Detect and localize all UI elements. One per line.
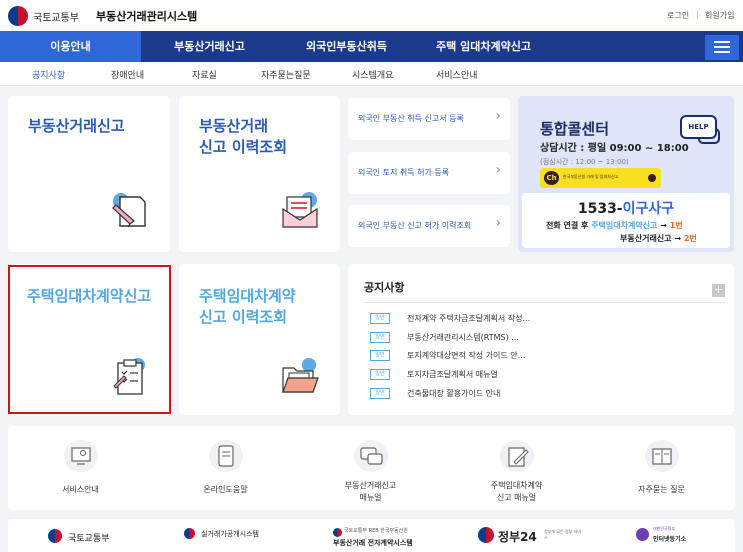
subnav-outage[interactable]: 장애안내	[111, 68, 144, 81]
gov-emblem-icon	[333, 528, 342, 537]
arrow-dot-icon	[648, 174, 656, 182]
chevron-right-icon: ›	[495, 108, 501, 124]
nav-real-estate-report[interactable]: 부동산거래신고	[141, 31, 278, 62]
category-badge: 일반	[370, 332, 390, 343]
notice-title: 공지사항	[364, 281, 405, 294]
gov-name: 국토교통부	[33, 13, 79, 24]
category-badge: 일반	[370, 388, 390, 399]
gov-emblem-icon	[8, 6, 28, 26]
card-title: 주택임대차계약 신고 이력조회	[199, 287, 296, 326]
subnav-faq[interactable]: 자주묻는질문	[261, 68, 311, 81]
footer-logo-price[interactable]: 실거래가공개시스템	[184, 519, 294, 552]
top-bar: 국토교통부 부동산거래관리시스템 로그인 회원가입	[0, 0, 743, 31]
call-center-title: 통합콜센터	[540, 120, 610, 138]
pen-document-icon	[112, 193, 146, 228]
notice-item-title[interactable]: 전자계약 주택자금조달계획서 작성...	[407, 313, 530, 324]
subnav-system-overview[interactable]: 시스템개요	[352, 68, 393, 81]
main-nav: 이용안내 부동산거래신고 외국인부동산취득 주택 임대차계약신고	[0, 31, 743, 62]
quick-lease-manual[interactable]: 주택임대차계약 신고 매뉴얼	[444, 426, 589, 510]
nav-foreign-acquisition[interactable]: 외국인부동산취득	[278, 31, 415, 62]
foreign-link-register[interactable]: 외국인 부동산 취득 신고서 등록 ›	[348, 98, 510, 140]
notice-item-title[interactable]: 토지계약대상면적 작성 가이드 안...	[407, 350, 525, 361]
clipboard-icon	[113, 358, 145, 395]
footer-logo-molit[interactable]: 국토교통부	[48, 519, 148, 552]
nav-usage-guide[interactable]: 이용안내	[0, 31, 141, 62]
quick-label: 온라인도움말	[203, 485, 248, 494]
call-center-hours: 상담시간 : 평일 09:00 ~ 18:00	[540, 143, 689, 154]
login-link[interactable]: 로그인	[667, 10, 689, 21]
gov24-emblem-icon	[478, 527, 494, 543]
link-label: 외국인 부동산 취득 신고서 등록	[358, 114, 464, 123]
kakao-channel-label: 한국부동산원 거래 및 임대차신고	[563, 174, 619, 179]
gov-emblem-icon	[48, 529, 62, 543]
card-title: 부동산거래 신고 이력조회	[199, 117, 288, 156]
real-estate-history-card[interactable]: 부동산거래 신고 이력조회	[179, 96, 340, 252]
pen-note-icon	[500, 440, 534, 472]
card-title: 부동산거래신고	[28, 117, 125, 135]
monitor-icon	[64, 440, 98, 472]
help-bubble-icon: HELP	[680, 115, 717, 139]
phone-number: 1533-이구사구	[577, 201, 675, 217]
quick-label: 서비스안내	[62, 485, 99, 494]
category-badge: 일반	[370, 350, 390, 361]
real-estate-report-card[interactable]: 부동산거래신고	[8, 96, 170, 252]
hamburger-icon[interactable]	[705, 35, 739, 60]
notice-item-title[interactable]: 토지자금조달계획서 매뉴얼	[407, 369, 498, 380]
site-title[interactable]: 부동산거래관리시스템	[96, 8, 197, 24]
quick-links: 서비스안내 온라인도움말 부동산거래신고 매뉴얼 주택임대차계약 신고 매뉴얼	[8, 426, 735, 510]
footer-logo-econtract[interactable]: 국토교통부 REB 한국부동산원 부동산거래 전자계약시스템	[333, 519, 448, 552]
nav-lease-report[interactable]: 주택 임대차계약신고	[415, 31, 552, 62]
link-label: 외국인 부동산 신고 허가 이력조회	[358, 221, 472, 230]
subnav-service-guide[interactable]: 서비스안내	[436, 68, 477, 81]
quick-service-guide[interactable]: 서비스안내	[8, 426, 153, 510]
footer-logos: 국토교통부 실거래가공개시스템 국토교통부 REB 한국부동산원 부동산거래 전…	[8, 519, 735, 552]
link-label: 외국인 토지 취득 허가 등록	[358, 168, 450, 177]
subnav-notice[interactable]: 공지사항	[32, 68, 65, 81]
book-icon	[645, 440, 679, 472]
folder-icon	[282, 358, 319, 393]
envelope-icon	[282, 192, 318, 228]
plus-icon[interactable]: +	[712, 284, 725, 297]
kakao-channel-icon: Ch	[544, 171, 559, 185]
call-center-lunch: (점심시간 : 12:00 ~ 13:00)	[540, 158, 629, 166]
iros-emblem-icon	[636, 528, 649, 541]
call-center-panel: 통합콜센터 상담시간 : 평일 09:00 ~ 18:00 (점심시간 : 12…	[518, 96, 734, 252]
foreign-link-history[interactable]: 외국인 부동산 신고 허가 이력조회 ›	[348, 205, 510, 247]
notice-panel: 공지사항 + 일반 전자계약 주택자금조달계획서 작성... 일반 부동산거래관…	[348, 264, 734, 415]
util-divider	[697, 10, 698, 19]
footer-logo-gov24[interactable]: 정부24 정부에 모든 정부 서비스	[478, 519, 588, 552]
sub-nav: 공지사항 장애안내 자료실 자주묻는질문 시스템개요 서비스안내	[0, 62, 743, 86]
chevron-right-icon: ›	[495, 162, 501, 178]
kakao-channel-button[interactable]: Ch 한국부동산원 거래 및 임대차신고	[540, 168, 661, 188]
tablet-icon	[209, 440, 243, 472]
gov-emblem-icon	[184, 528, 195, 539]
footer-logo-iros[interactable]: 대한민국정부 인터넷등기소	[636, 519, 726, 552]
phone-line-lease: 전화 연결 후 주택임대차계약신고 → 1번	[546, 221, 683, 230]
notice-item-title[interactable]: 건축물대장 활용가이드 안내	[407, 388, 500, 399]
chat-icon	[354, 440, 388, 472]
notice-divider	[364, 302, 725, 303]
phone-box: 1533-이구사구 전화 연결 후 주택임대차계약신고 → 1번 부동산거래신고…	[522, 193, 730, 248]
quick-label: 자주묻는 질문	[638, 485, 685, 494]
category-badge: 일반	[370, 369, 390, 380]
lease-report-card[interactable]: 주택임대차계약신고	[8, 264, 170, 415]
quick-label: 매뉴얼	[359, 493, 382, 502]
notice-item-title[interactable]: 부동산거래관리시스템(RTMS) ...	[407, 332, 519, 343]
quick-real-estate-manual[interactable]: 부동산거래신고 매뉴얼	[298, 426, 443, 510]
category-badge: 일반	[370, 313, 390, 324]
quick-faq[interactable]: 자주묻는 질문	[589, 426, 734, 510]
signup-link[interactable]: 회원가입	[705, 10, 734, 21]
quick-label: 신고 매뉴얼	[496, 493, 537, 502]
lease-history-card[interactable]: 주택임대차계약 신고 이력조회	[179, 264, 340, 415]
quick-online-help[interactable]: 온라인도움말	[153, 426, 298, 510]
foreign-link-land-permit[interactable]: 외국인 토지 취득 허가 등록 ›	[348, 152, 510, 194]
chevron-right-icon: ›	[495, 215, 501, 231]
card-title: 주택임대차계약신고	[27, 287, 152, 305]
quick-label: 부동산거래신고	[344, 481, 397, 490]
quick-label: 주택임대차계약	[490, 481, 543, 490]
subnav-library[interactable]: 자료실	[192, 68, 217, 81]
phone-line-real-estate: 부동산거래신고 → 2번	[620, 234, 697, 243]
